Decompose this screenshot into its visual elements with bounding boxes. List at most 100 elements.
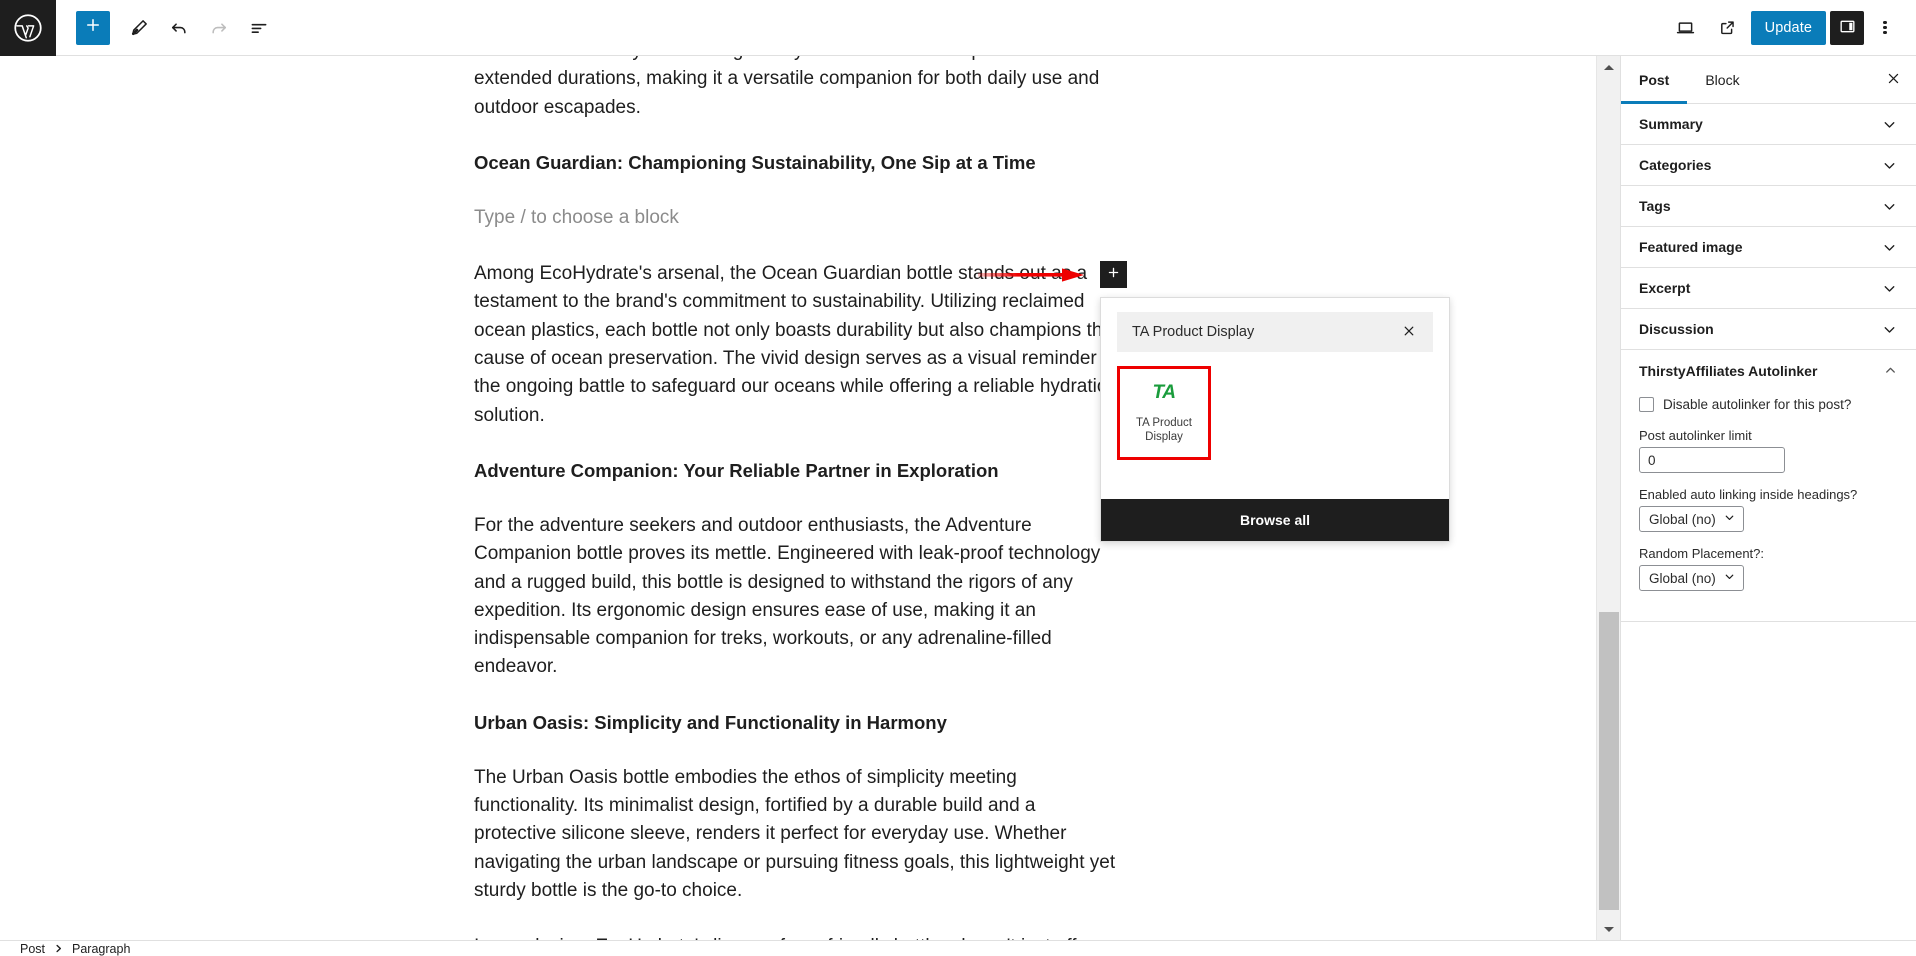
empty-paragraph-block[interactable]: Type / to choose a block xyxy=(474,204,1122,232)
breadcrumb-paragraph[interactable]: Paragraph xyxy=(72,942,130,956)
random-placement-value: Global (no) xyxy=(1649,570,1716,586)
heading-block[interactable]: Ocean Guardian: Championing Sustainabili… xyxy=(474,150,1122,176)
tab-block[interactable]: Block xyxy=(1687,56,1757,103)
block-inserter-toggle-button[interactable] xyxy=(76,10,110,45)
headings-autolink-label: Enabled auto linking inside headings? xyxy=(1639,487,1858,502)
disable-autolinker-checkbox[interactable] xyxy=(1639,397,1654,412)
preview-desktop-button[interactable] xyxy=(1667,9,1705,47)
external-link-icon xyxy=(1718,18,1737,37)
panel-label: Excerpt xyxy=(1639,280,1691,296)
block-inserter-popover: TA TA Product Display Browse all xyxy=(1100,297,1450,542)
close-icon xyxy=(1886,71,1901,89)
disable-autolinker-label: Disable autolinker for this post? xyxy=(1663,397,1852,412)
panel-label: Discussion xyxy=(1639,321,1714,337)
pencil-icon xyxy=(130,18,149,37)
close-icon xyxy=(1402,324,1416,341)
headings-autolink-select[interactable]: Global (no) xyxy=(1639,506,1744,532)
top-bar-left-tools xyxy=(56,9,278,47)
update-button[interactable]: Update xyxy=(1750,10,1826,45)
tools-pencil-button[interactable] xyxy=(120,9,158,47)
close-sidebar-button[interactable] xyxy=(1870,56,1916,103)
sidebar-panel-thirstyaffiliates-autolinker: ThirstyAffiliates Autolinker Disable aut… xyxy=(1621,350,1916,622)
more-options-button[interactable] xyxy=(1868,9,1902,47)
random-placement-select[interactable]: Global (no) xyxy=(1639,565,1744,591)
chevron-down-icon xyxy=(1723,511,1736,527)
block-results-grid: TA TA Product Display xyxy=(1117,366,1433,460)
headings-autolink-value: Global (no) xyxy=(1649,511,1716,527)
document-overview-button[interactable] xyxy=(240,9,278,47)
editor-status-bar: Post Paragraph xyxy=(0,940,1916,956)
sidebar-panel-categories[interactable]: Categories xyxy=(1621,145,1916,186)
chevron-down-icon xyxy=(1881,239,1898,256)
block-search-input[interactable] xyxy=(1132,324,1398,340)
breadcrumb-post[interactable]: Post xyxy=(20,942,45,956)
paragraph-block[interactable]: Among EcoHydrate's arsenal, the Ocean Gu… xyxy=(474,260,1122,430)
post-autolinker-limit-group: Post autolinker limit xyxy=(1639,428,1898,473)
random-placement-group: Random Placement?: Global (no) xyxy=(1639,546,1898,591)
heading-block[interactable]: Adventure Companion: Your Reliable Partn… xyxy=(474,458,1122,484)
post-content-blocks: insulation ensures your beverages stay a… xyxy=(474,56,1122,940)
paragraph-block[interactable]: The Urban Oasis bottle embodies the etho… xyxy=(474,764,1122,905)
settings-sidebar: Post Block Summary Categories Tags Featu… xyxy=(1620,56,1916,940)
chevron-up-icon xyxy=(1604,64,1614,70)
tab-post[interactable]: Post xyxy=(1621,56,1688,104)
chevron-down-icon xyxy=(1881,198,1898,215)
editor-top-bar: Update xyxy=(0,0,1916,56)
panel-label: Featured image xyxy=(1639,239,1743,255)
undo-button[interactable] xyxy=(160,9,198,47)
heading-block[interactable]: Urban Oasis: Simplicity and Functionalit… xyxy=(474,710,1122,736)
document-overview-icon xyxy=(249,18,269,38)
paragraph-block[interactable]: insulation ensures your beverages stay a… xyxy=(474,56,1122,122)
wordpress-logo-icon xyxy=(13,13,43,43)
clear-search-button[interactable] xyxy=(1398,321,1420,343)
paragraph-block[interactable]: In conclusion, EcoHydrate's lineup of ec… xyxy=(474,933,1122,940)
view-post-external-button[interactable] xyxy=(1709,9,1747,47)
undo-arrow-icon xyxy=(169,18,189,38)
plus-icon xyxy=(84,16,102,39)
redo-arrow-icon xyxy=(209,18,229,38)
chevron-down-icon xyxy=(1881,280,1898,297)
editor-scrollbar[interactable] xyxy=(1596,56,1620,940)
vertical-ellipsis-icon xyxy=(1883,19,1887,36)
scrollbar-thumb[interactable] xyxy=(1599,612,1619,910)
top-bar-right-tools: Update xyxy=(1667,9,1916,47)
settings-sidebar-toggle-button[interactable] xyxy=(1830,10,1864,45)
paragraph-block[interactable]: For the adventure seekers and outdoor en… xyxy=(474,512,1122,682)
scroll-down-button[interactable] xyxy=(1597,918,1621,940)
sidebar-panel-summary[interactable]: Summary xyxy=(1621,104,1916,145)
block-search-field[interactable] xyxy=(1117,312,1433,352)
ta-logo-icon: TA xyxy=(1152,382,1176,403)
editor-canvas: insulation ensures your beverages stay a… xyxy=(0,56,1620,940)
chevron-down-icon xyxy=(1881,116,1898,133)
block-result-ta-product-display[interactable]: TA TA Product Display xyxy=(1117,366,1211,460)
inline-block-inserter-button[interactable] xyxy=(1100,261,1127,288)
block-result-label: TA Product Display xyxy=(1135,417,1193,443)
wordpress-logo-button[interactable] xyxy=(0,0,56,56)
panel-label: ThirstyAffiliates Autolinker xyxy=(1639,362,1818,379)
sidebar-panel-excerpt[interactable]: Excerpt xyxy=(1621,268,1916,309)
chevron-down-icon xyxy=(1723,570,1736,586)
sidebar-panel-tags[interactable]: Tags xyxy=(1621,186,1916,227)
sidebar-tabs: Post Block xyxy=(1621,56,1916,104)
thirstyaffiliates-panel-body: Disable autolinker for this post? Post a… xyxy=(1621,391,1916,591)
disable-autolinker-row[interactable]: Disable autolinker for this post? xyxy=(1639,397,1898,412)
desktop-preview-icon xyxy=(1675,17,1696,38)
headings-autolink-group: Enabled auto linking inside headings? Gl… xyxy=(1639,487,1898,532)
chevron-down-icon xyxy=(1881,321,1898,338)
chevron-up-icon xyxy=(1883,363,1898,378)
inserter-popover-body: TA TA Product Display xyxy=(1101,298,1449,499)
sidebar-panel-discussion[interactable]: Discussion xyxy=(1621,309,1916,350)
chevron-down-icon xyxy=(1604,926,1614,932)
chevron-right-icon xyxy=(53,943,64,954)
panel-label: Summary xyxy=(1639,116,1703,132)
redo-button[interactable] xyxy=(200,9,238,47)
thirstyaffiliates-panel-header[interactable]: ThirstyAffiliates Autolinker xyxy=(1621,350,1916,391)
browse-all-button[interactable]: Browse all xyxy=(1101,499,1449,541)
chevron-down-icon xyxy=(1881,157,1898,174)
sidebar-panel-featured-image[interactable]: Featured image xyxy=(1621,227,1916,268)
scroll-up-button[interactable] xyxy=(1597,56,1621,78)
post-autolinker-limit-input[interactable] xyxy=(1639,447,1785,473)
settings-sidebar-icon xyxy=(1838,17,1857,39)
random-placement-label: Random Placement?: xyxy=(1639,546,1765,561)
panel-label: Tags xyxy=(1639,198,1671,214)
